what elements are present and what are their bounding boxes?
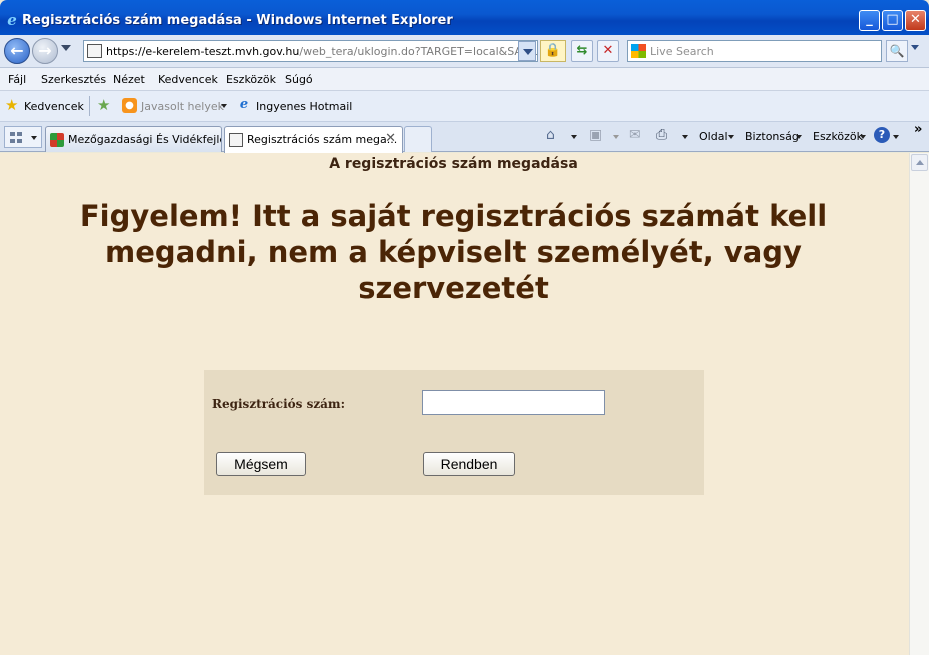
add-to-favorites-icon[interactable]: ★ — [97, 96, 110, 114]
menu-view[interactable]: Nézet — [113, 73, 145, 86]
scroll-up-arrow-icon[interactable] — [911, 154, 928, 171]
feeds-dropdown-icon[interactable] — [613, 135, 619, 139]
maximize-button[interactable]: □ — [882, 10, 903, 31]
suggested-sites-dropdown-icon[interactable] — [221, 104, 227, 108]
security-dropdown-icon[interactable] — [796, 135, 802, 139]
mvh-logo-icon — [50, 133, 64, 147]
tab-regisztracios[interactable]: Regisztrációs szám mega... ✕ — [224, 126, 403, 153]
window-titlebar[interactable]: e Regisztrációs szám megadása - Windows … — [0, 0, 929, 35]
print-dropdown-icon[interactable] — [682, 135, 688, 139]
separator — [89, 96, 90, 116]
vertical-scrollbar[interactable] — [909, 153, 929, 655]
print-icon[interactable]: ⎙ — [656, 127, 667, 143]
suggested-sites-link[interactable]: Javasolt helyek — [141, 100, 224, 113]
security-lock-icon[interactable]: 🔒 — [540, 40, 566, 62]
security-menu-button[interactable]: Biztonság — [745, 130, 799, 143]
toolbar-overflow-chevron[interactable]: » — [914, 122, 922, 137]
read-mail-icon[interactable]: ✉ — [629, 127, 641, 143]
back-button[interactable]: ← — [4, 38, 30, 64]
page-heading: A regisztrációs szám megadása — [329, 156, 578, 172]
recent-pages-dropdown-icon[interactable] — [61, 45, 71, 51]
search-placeholder: Live Search — [650, 45, 714, 58]
menu-tools[interactable]: Eszközök — [226, 73, 276, 86]
tab-list-dropdown-icon[interactable] — [31, 136, 37, 140]
home-dropdown-icon[interactable] — [571, 135, 577, 139]
url-path: /web_tera/uklogin.do?TARGET=local&SAMLar… — [299, 45, 537, 58]
close-button[interactable]: ✕ — [905, 10, 926, 31]
tab-mezogazdasagi[interactable]: Mezőgazdasági És Vidékfejle... — [45, 126, 222, 152]
url-host: https://e-kerelem-teszt.mvh.gov.hu — [106, 45, 300, 58]
feeds-icon[interactable]: ▣ — [589, 127, 602, 143]
page-icon — [87, 44, 102, 58]
menu-help[interactable]: Súgó — [285, 73, 313, 86]
favorites-star-icon: ★ — [5, 96, 19, 114]
menu-favorites[interactable]: Kedvencek — [158, 73, 218, 86]
favorites-button[interactable]: Kedvencek — [24, 100, 84, 113]
hotmail-ie-icon: e — [239, 97, 249, 112]
close-tab-icon[interactable]: ✕ — [385, 131, 396, 146]
stop-button[interactable]: ✕ — [597, 40, 619, 62]
favorites-bar: ★ Kedvencek ★ ● Javasolt helyek e Ingyen… — [0, 91, 929, 122]
search-button[interactable]: 🔍 — [886, 40, 908, 62]
tab-label: Mezőgazdasági És Vidékfejle... — [68, 133, 222, 146]
registration-number-label: Regisztrációs szám: — [212, 397, 346, 411]
registration-form: Regisztrációs szám: Mégsem Rendben — [204, 370, 704, 495]
tools-menu-button[interactable]: Eszközök — [813, 130, 863, 143]
live-search-logo-icon — [631, 44, 646, 58]
navigation-bar: ← → https://e-kerelem-teszt.mvh.gov.hu/w… — [0, 35, 929, 68]
menu-edit[interactable]: Szerkesztés — [41, 73, 106, 86]
menu-file[interactable]: Fájl — [8, 73, 26, 86]
page-content: A regisztrációs szám megadása Figyelem! … — [0, 153, 909, 655]
registration-number-input[interactable] — [422, 390, 605, 415]
minimize-button[interactable]: _ — [859, 10, 880, 31]
new-tab-button[interactable] — [404, 126, 432, 152]
quick-tabs-button[interactable] — [4, 126, 42, 148]
window-title: Regisztrációs szám megadása - Windows In… — [22, 13, 453, 28]
address-dropdown-button[interactable] — [518, 41, 536, 61]
ok-button[interactable]: Rendben — [423, 452, 515, 476]
tools-dropdown-icon[interactable] — [860, 135, 866, 139]
search-input[interactable]: Live Search — [627, 40, 882, 62]
quick-tabs-grid-icon — [10, 132, 22, 143]
internet-explorer-icon: e — [7, 11, 17, 29]
tab-label: Regisztrációs szám mega... — [247, 133, 398, 146]
warning-message: Figyelem! Itt a saját regisztrációs szám… — [79, 199, 828, 305]
home-icon[interactable]: ⌂ — [546, 127, 555, 143]
cancel-button[interactable]: Mégsem — [216, 452, 306, 476]
help-icon[interactable]: ? — [874, 127, 890, 143]
forward-button[interactable]: → — [32, 38, 58, 64]
refresh-button[interactable]: ⇆ — [571, 40, 593, 62]
page-dropdown-icon[interactable] — [728, 135, 734, 139]
page-menu-button[interactable]: Oldal — [699, 130, 728, 143]
help-dropdown-icon[interactable] — [893, 135, 899, 139]
search-options-dropdown-icon[interactable] — [911, 45, 919, 50]
tab-bar: Mezőgazdasági És Vidékfejle... Regisztrá… — [0, 122, 929, 153]
hotmail-link[interactable]: Ingyenes Hotmail — [256, 100, 352, 113]
suggested-sites-icon: ● — [122, 98, 137, 113]
menu-bar: Fájl Szerkesztés Nézet Kedvencek Eszközö… — [0, 68, 929, 91]
address-field[interactable]: https://e-kerelem-teszt.mvh.gov.hu/web_t… — [83, 40, 538, 62]
page-icon — [229, 133, 243, 147]
